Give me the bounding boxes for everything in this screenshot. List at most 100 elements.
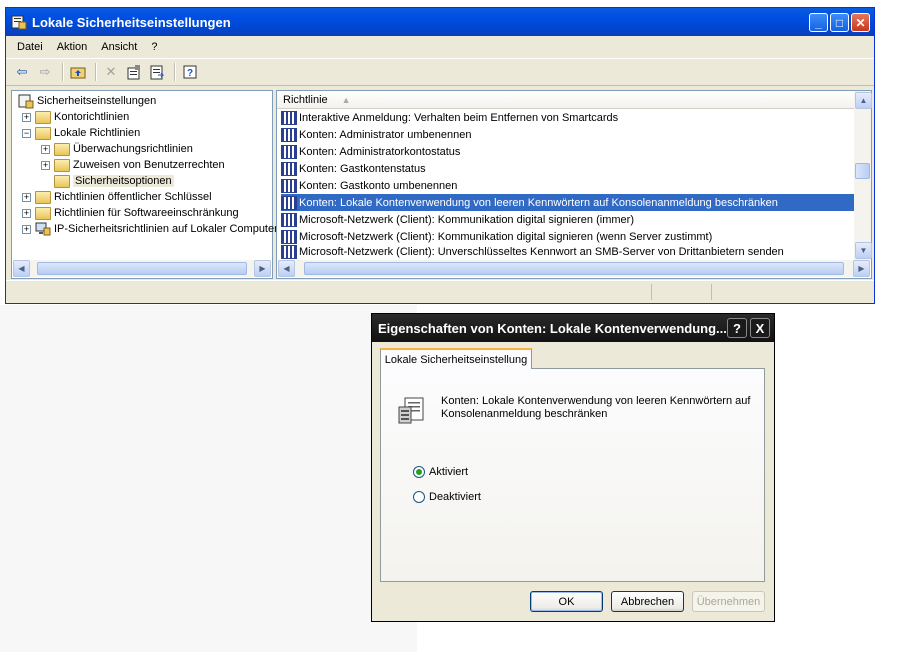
scroll-right-button[interactable]: ▶ [254,260,271,277]
dialog-titlebar[interactable]: Eigenschaften von Konten: Lokale Kontenv… [372,314,774,342]
minimize-button[interactable]: _ [809,13,828,32]
list-item[interactable]: Konten: Gastkontenstatus [281,160,430,177]
list-item-selected[interactable]: Konten: Lokale Kontenverwendung von leer… [281,194,855,211]
tree-label: Zuweisen von Benutzerrechten [73,159,225,171]
expand-icon[interactable]: + [41,144,50,154]
apply-label: Übernehmen [696,595,761,608]
scroll-thumb[interactable] [37,262,247,275]
list-item-label: Microsoft-Netzwerk (Client): Unverschlüs… [299,246,784,258]
scroll-left-button[interactable]: ◀ [278,260,295,277]
scroll-thumb[interactable] [304,262,844,275]
maximize-button[interactable]: □ [830,13,849,32]
list-item-label: Interaktive Anmeldung: Verhalten beim En… [299,111,619,124]
tree-pane: Sicherheitseinstellungen + Kontorichtlin… [11,90,278,279]
close-button[interactable]: ✕ [851,13,870,32]
list-item[interactable]: Interaktive Anmeldung: Verhalten beim En… [281,109,622,126]
tab-label: Lokale Sicherheitseinstellung [384,353,528,366]
scroll-up-button[interactable]: ▲ [855,92,872,109]
expand-icon[interactable]: + [22,224,31,234]
apply-button[interactable]: Übernehmen [692,591,765,612]
arrow-up-icon: ▲ [859,96,868,105]
radio-unchecked-icon[interactable] [413,491,425,503]
policy-icon [281,127,297,142]
tree-label: Überwachungsrichtlinien [73,143,193,155]
maximize-icon: □ [835,15,844,30]
scroll-left-button[interactable]: ◀ [13,260,30,277]
tree-item-ip-security[interactable]: + IP-Sicherheitsrichtlinien auf Lokaler … [22,221,278,237]
radio-checked-icon[interactable] [413,466,425,478]
policy-icon [281,245,297,259]
tree-item-public-key[interactable]: + Richtlinien öffentlicher Schlüssel [22,189,212,205]
menu-aktion[interactable]: Aktion [50,41,95,53]
list-item[interactable]: Konten: Gastkonto umbenennen [281,177,461,194]
folder-lock-icon [35,126,51,140]
arrow-right-icon: ▶ [259,264,266,273]
properties-dialog: Eigenschaften von Konten: Lokale Kontenv… [371,313,775,622]
list-item[interactable]: Microsoft-Netzwerk (Client): Unverschlüs… [281,245,788,259]
ok-button[interactable]: OK [530,591,603,612]
radio-label: Aktiviert [429,466,469,478]
tree-item-root[interactable]: Sicherheitseinstellungen [18,93,156,109]
tree-item-kontorichtlinien[interactable]: + Kontorichtlinien [22,109,129,125]
tree-item-lokale-richtlinien[interactable]: − Lokale Richtlinien [22,125,140,141]
arrow-right-icon: ▶ [858,264,865,273]
list-item[interactable]: Konten: Administratorkontostatus [281,143,464,160]
dialog-close-button[interactable]: X [750,318,770,338]
forward-button[interactable]: ⇨ [35,62,55,82]
main-window-title: Lokale Sicherheitseinstellungen [32,14,231,30]
cancel-button[interactable]: Abbrechen [611,591,684,612]
svg-text:?: ? [187,68,193,79]
folder-icon [35,190,51,204]
column-header-label: Richtlinie [283,93,328,106]
properties-button[interactable] [124,62,144,82]
close-icon: ✕ [855,15,866,30]
folder-lock-icon [54,174,70,188]
help-button[interactable]: ? [180,62,200,82]
scroll-thumb[interactable] [855,163,870,179]
list-item[interactable]: Konten: Administrator umbenennen [281,126,475,143]
expand-icon[interactable]: + [22,192,31,202]
menu-ansicht[interactable]: Ansicht [94,41,144,53]
radio-aktiviert[interactable]: Aktiviert [413,466,468,478]
toolbar-separator [95,63,97,81]
radio-deaktiviert[interactable]: Deaktiviert [413,491,481,503]
tree-hscrollbar[interactable]: ◀ ▶ [13,260,271,277]
up-folder-button[interactable] [68,62,88,82]
expand-icon[interactable]: + [41,160,50,170]
collapse-icon[interactable]: − [22,128,31,138]
up-folder-icon [70,67,86,79]
delete-button[interactable]: ✕ [101,62,121,82]
tab-lokale-sicherheitseinstellung[interactable]: Lokale Sicherheitseinstellung [380,348,532,369]
statusbar [6,280,874,303]
expand-icon[interactable]: + [22,112,31,122]
export-list-button[interactable] [147,62,167,82]
tree-item-sicherheitsoptionen[interactable]: Sicherheitsoptionen [54,173,174,189]
folder-lock-icon [35,110,51,124]
policy-icon [281,144,297,159]
list-item-label: Microsoft-Netzwerk (Client): Kommunikati… [299,213,634,226]
tree-item-software-restriction[interactable]: + Richtlinien für Softwareeinschränkung [22,205,239,221]
menu-datei[interactable]: Datei [10,41,50,53]
tree-label: IP-Sicherheitsrichtlinien auf Lokaler Co… [54,223,278,235]
back-button[interactable]: ⇦ [12,62,32,82]
dialog-help-button[interactable]: ? [727,318,747,338]
list-hscrollbar[interactable]: ◀ ▶ [278,260,870,277]
column-header-richtlinie[interactable]: Richtlinie ▲ [277,91,854,109]
tree-item-benutzerrechte[interactable]: + Zuweisen von Benutzerrechten [41,157,225,173]
delete-icon: ✕ [105,64,117,79]
toolbar-separator [174,63,176,81]
policy-icon [281,229,297,244]
menu-help[interactable]: ? [144,41,164,53]
main-titlebar[interactable]: Lokale Sicherheitseinstellungen _ □ ✕ [6,8,874,36]
radio-label: Deaktiviert [429,491,481,503]
scroll-right-button[interactable]: ▶ [853,260,870,277]
list-vscrollbar[interactable]: ▲ ▼ [854,91,872,260]
tree-item-ueberwachungsrichtlinien[interactable]: + Überwachungsrichtlinien [41,141,193,157]
tree-label: Kontorichtlinien [54,111,130,123]
expand-icon[interactable]: + [22,208,31,218]
list-item[interactable]: Microsoft-Netzwerk (Client): Kommunikati… [281,211,638,228]
folder-lock-icon [54,158,70,172]
cancel-label: Abbrechen [620,595,675,608]
scroll-down-button[interactable]: ▼ [855,242,872,259]
list-item[interactable]: Microsoft-Netzwerk (Client): Kommunikati… [281,228,716,245]
